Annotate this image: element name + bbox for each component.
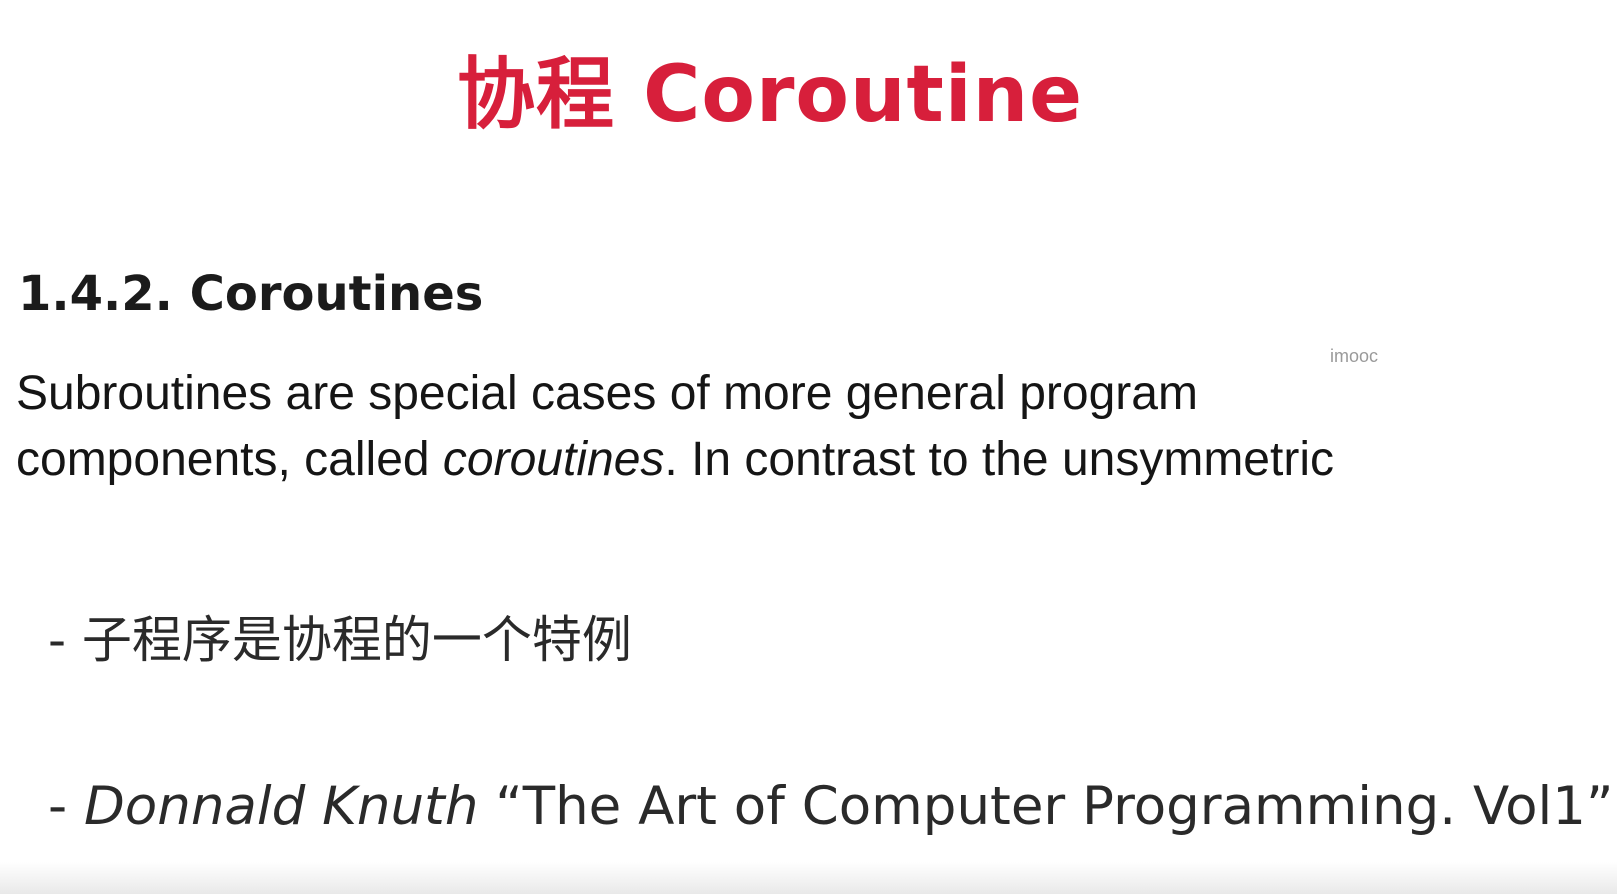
quote-line-1: Subroutines are special cases of more ge… xyxy=(16,367,1198,420)
bullet-dash: - xyxy=(48,776,84,837)
bullet-subroutine-note: - 子程序是协程的一个特例 xyxy=(48,611,632,669)
quote-line-2: components, called coroutines. In contra… xyxy=(16,432,1334,487)
slide: 协程 Coroutine 1.4.2. Coroutines imooc Sub… xyxy=(0,0,1617,894)
section-heading: 1.4.2. Coroutines xyxy=(18,266,484,322)
citation-author: Donnald Knuth xyxy=(83,776,479,837)
watermark-text: imooc xyxy=(1330,346,1379,366)
bottom-shadow xyxy=(0,862,1617,894)
bullet-citation: - Donnald Knuth “The Art of Computer Pro… xyxy=(48,776,1613,837)
quote-text: components, called xyxy=(16,433,443,486)
quote-emphasis: coroutines xyxy=(442,433,665,486)
quote-text-tail: . In contrast to the unsymmetric xyxy=(664,433,1334,486)
slide-title: 协程 Coroutine xyxy=(456,50,1084,140)
citation-book: “The Art of Computer Programming. Vol1” xyxy=(478,776,1614,837)
